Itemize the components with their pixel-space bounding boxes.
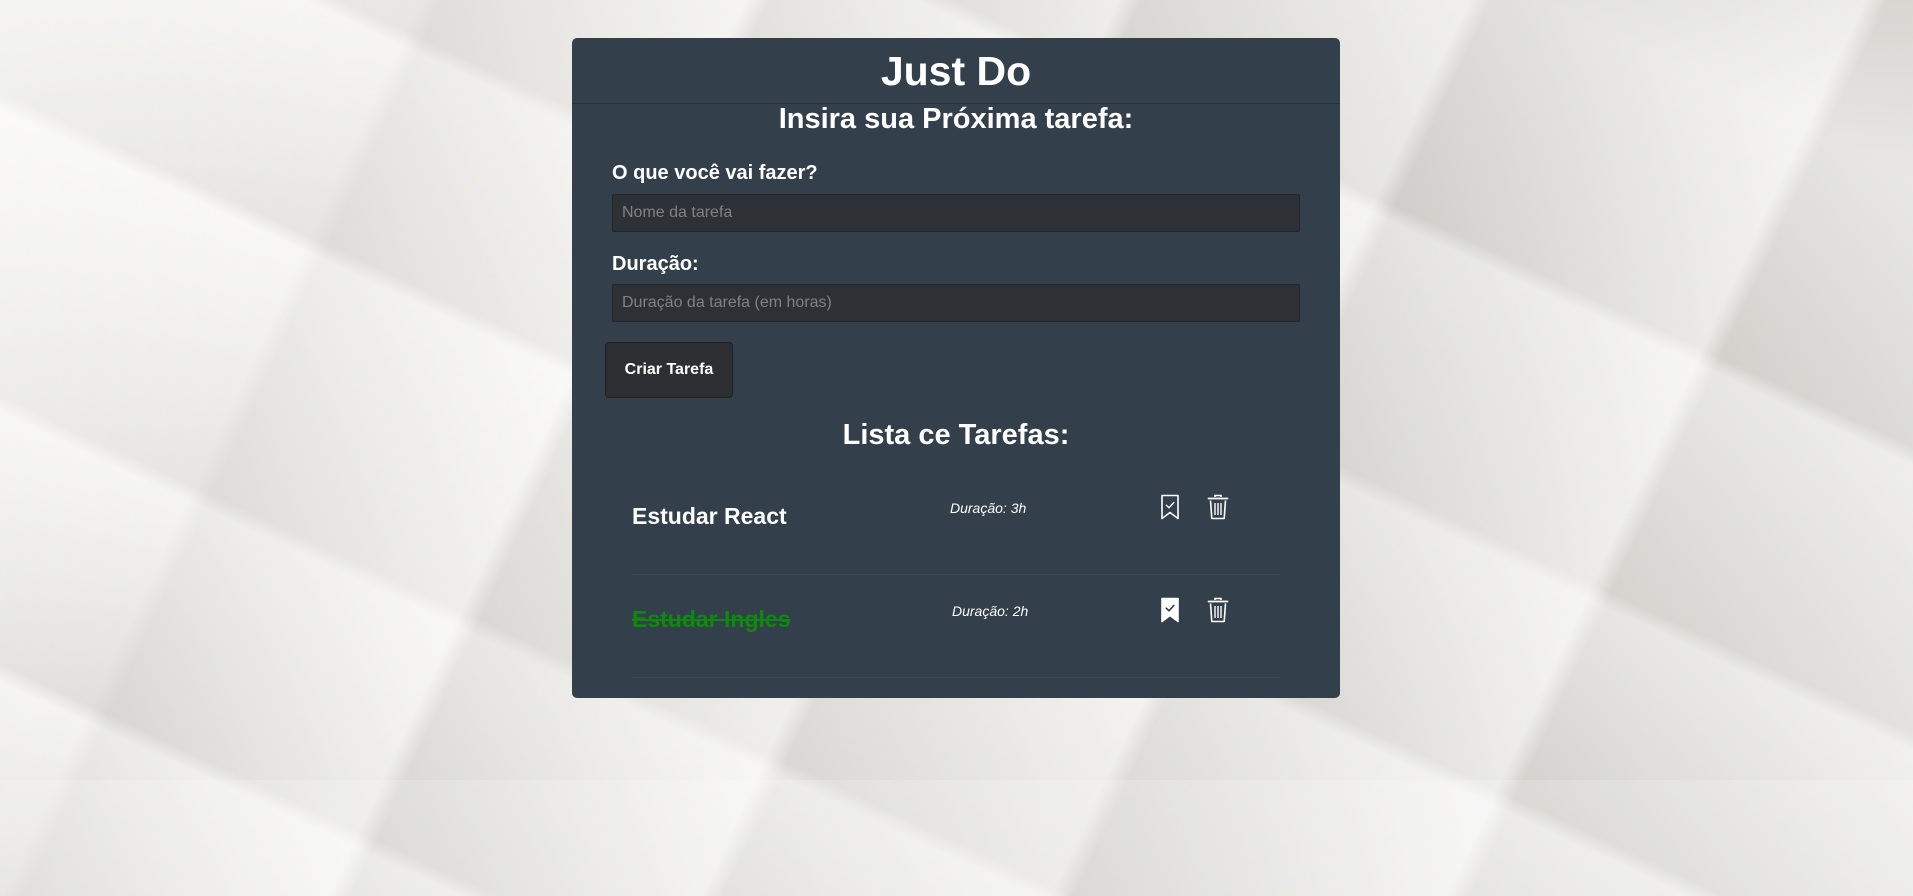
task-name-completed: Estudar Ingles [632,606,791,632]
todo-panel: Just Do Insira sua Próxima tarefa: O que… [572,38,1340,698]
duration-input[interactable] [612,284,1300,322]
task-name-label: O que você vai fazer? [612,162,818,184]
task-duration: Duração: 2h [952,603,1029,619]
bookmark-outline-glyph [1161,494,1179,520]
task-name-input[interactable] [612,194,1300,232]
task-row: Estudar Ingles Duração: 2h [632,575,1280,678]
duration-label: Duração: [612,253,699,275]
trash-glyph [1207,494,1229,520]
task-duration: Duração: 3h [950,500,1027,516]
create-task-button[interactable]: Criar Tarefa [605,342,733,398]
task-list-title: Lista ce Tarefas: [842,419,1070,451]
task-name: Estudar React [632,503,787,529]
task-row: Estudar React Duração: 3h [632,472,1280,575]
form-title: Insira sua Próxima tarefa: [778,103,1134,135]
trash-glyph [1207,597,1229,623]
bookmark-filled-icon[interactable] [1156,595,1184,625]
app-title: Just Do [880,48,1032,94]
bookmark-outline-icon[interactable] [1156,492,1184,522]
trash-icon[interactable] [1204,595,1232,625]
background-band [0,780,1913,896]
app-header: Just Do [572,38,1340,104]
trash-icon[interactable] [1204,492,1232,522]
bookmark-filled-glyph [1161,597,1179,623]
